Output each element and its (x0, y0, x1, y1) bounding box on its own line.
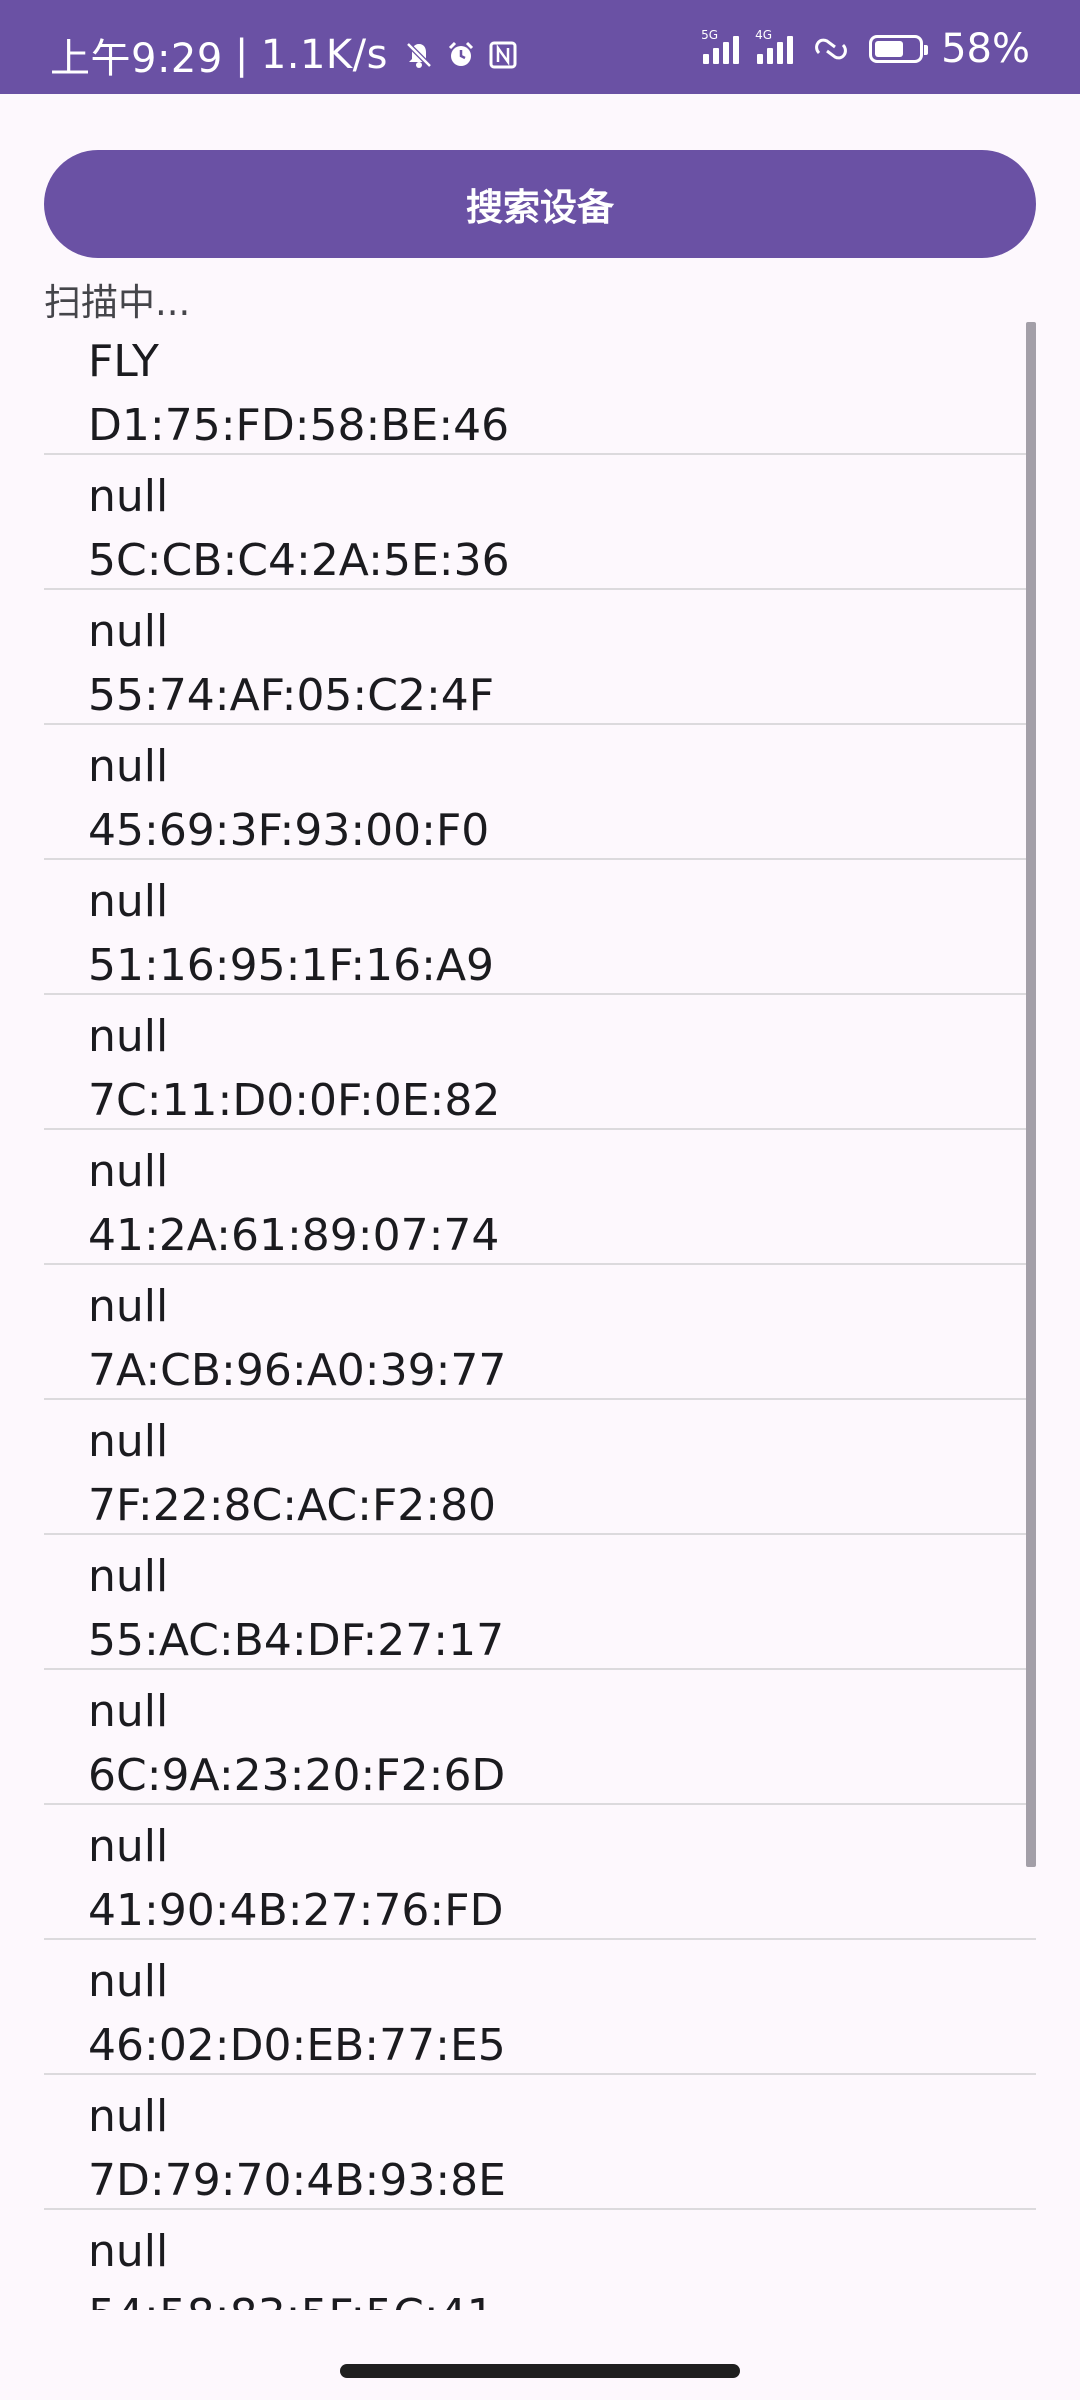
device-name: null (88, 1686, 169, 1737)
device-address: 7F:22:8C:AC:F2:80 (88, 1480, 497, 1531)
device-list-item[interactable]: null 41:2A:61:89:07:74 (44, 1130, 1036, 1265)
device-list-item[interactable]: null 7D:79:70:4B:93:8E (44, 2075, 1036, 2210)
device-address: 46:02:D0:EB:77:E5 (88, 2020, 506, 2071)
device-list-item[interactable]: FLY D1:75:FD:58:BE:46 (44, 320, 1036, 455)
status-time: 上午9:29 (50, 36, 223, 82)
device-address: 54:58:83:5F:5C:41 (88, 2284, 1036, 2310)
signal-5g-icon: 5G (701, 28, 740, 64)
mute-bell-icon (406, 42, 432, 68)
home-indicator[interactable] (340, 2364, 740, 2378)
device-name: FLY (88, 336, 159, 387)
status-separator: | (234, 32, 249, 78)
device-list-item[interactable]: null 41:90:4B:27:76:FD (44, 1805, 1036, 1940)
status-right: 5G 4G 58% (701, 26, 1030, 72)
device-list-item[interactable]: null 7F:22:8C:AC:F2:80 (44, 1400, 1036, 1535)
device-name: null (88, 1146, 169, 1197)
device-name: null (88, 1956, 169, 2007)
device-name: null (88, 471, 169, 522)
device-list-item[interactable]: null 54:58:83:5F:5C:41 (44, 2210, 1036, 2310)
device-name: null (88, 2091, 169, 2142)
device-name: null (88, 1011, 169, 1062)
device-name: null (88, 876, 169, 927)
device-address: 5C:CB:C4:2A:5E:36 (88, 535, 510, 586)
device-name: null (88, 741, 169, 792)
device-address: 51:16:95:1F:16:A9 (88, 940, 495, 991)
device-name: null (88, 1281, 169, 1332)
network-speed: 1.1K/s (260, 32, 388, 78)
signal-4g-icon: 4G (755, 28, 794, 64)
device-name: null (88, 2226, 169, 2277)
status-bar: 上午9:29 | 1.1K/s 5G 4G 58% (0, 0, 1080, 94)
battery-icon (869, 35, 929, 63)
device-address: 7C:11:D0:0F:0E:82 (88, 1075, 501, 1126)
device-address: 7D:79:70:4B:93:8E (88, 2155, 506, 2206)
device-list-item[interactable]: null 51:16:95:1F:16:A9 (44, 860, 1036, 995)
device-name: null (88, 606, 169, 657)
device-address: 7A:CB:96:A0:39:77 (88, 1345, 507, 1396)
device-list-item[interactable]: null 5C:CB:C4:2A:5E:36 (44, 455, 1036, 590)
status-left: 上午9:29 | 1.1K/s (50, 26, 518, 84)
device-address: 41:2A:61:89:07:74 (88, 1210, 500, 1261)
hotspot-link-icon (815, 38, 847, 60)
device-address: 55:74:AF:05:C2:4F (88, 670, 495, 721)
device-address: 45:69:3F:93:00:F0 (88, 805, 490, 856)
device-address: 55:AC:B4:DF:27:17 (88, 1615, 505, 1666)
search-devices-button[interactable]: 搜索设备 (44, 150, 1036, 258)
device-list-item[interactable]: null 7C:11:D0:0F:0E:82 (44, 995, 1036, 1130)
device-list-item[interactable]: null 6C:9A:23:20:F2:6D (44, 1670, 1036, 1805)
alarm-icon (448, 41, 474, 66)
device-name: null (88, 1551, 169, 1602)
device-address: 6C:9A:23:20:F2:6D (88, 1750, 506, 1801)
device-name: null (88, 1821, 169, 1872)
device-list-item[interactable]: null 7A:CB:96:A0:39:77 (44, 1265, 1036, 1400)
battery-percentage: 58% (941, 26, 1030, 72)
device-list[interactable]: FLY D1:75:FD:58:BE:46 null 5C:CB:C4:2A:5… (44, 320, 1036, 2310)
nfc-icon (489, 41, 517, 69)
device-list-item[interactable]: null 55:AC:B4:DF:27:17 (44, 1535, 1036, 1670)
device-name: null (88, 1416, 169, 1467)
device-address: 41:90:4B:27:76:FD (88, 1885, 504, 1936)
device-list-item[interactable]: null 55:74:AF:05:C2:4F (44, 590, 1036, 725)
device-address: D1:75:FD:58:BE:46 (88, 400, 510, 451)
device-list-item[interactable]: null 46:02:D0:EB:77:E5 (44, 1940, 1036, 2075)
list-scrollbar[interactable] (1026, 322, 1036, 1867)
device-list-item[interactable]: null 45:69:3F:93:00:F0 (44, 725, 1036, 860)
scan-status-text: 扫描中... (44, 281, 191, 324)
